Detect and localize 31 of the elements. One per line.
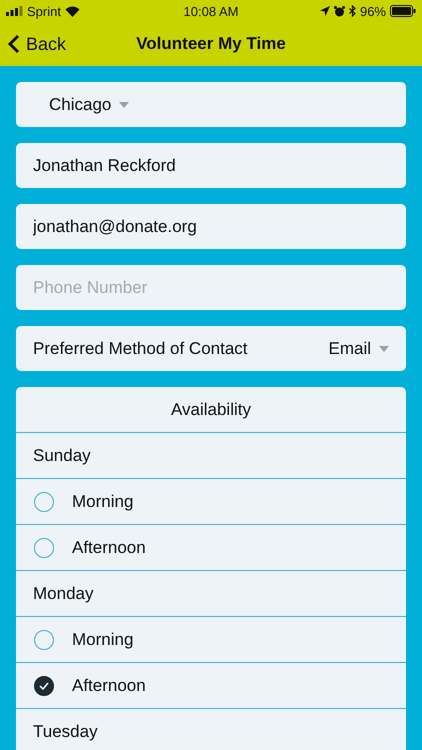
wifi-icon: [64, 6, 80, 16]
time-slot-option[interactable]: Afternoon: [16, 524, 406, 570]
day-label: Monday: [33, 584, 94, 604]
input-field[interactable]: Jonathan Reckford: [16, 143, 406, 188]
city-dropdown[interactable]: Chicago: [16, 82, 406, 127]
screen-title: Volunteer My Time: [136, 34, 286, 54]
radio-button[interactable]: [34, 630, 54, 650]
caret-icon: [119, 102, 130, 108]
battery-percent: 96%: [360, 4, 386, 18]
time-slot-option[interactable]: Morning: [16, 616, 406, 662]
back-button[interactable]: Back: [0, 34, 74, 54]
section-title: Availability: [170, 400, 251, 420]
location-icon: [320, 6, 330, 16]
carrier-name: Sprint: [27, 4, 61, 18]
battery-icon: [390, 5, 416, 17]
alarm-icon: [334, 6, 345, 16]
chevron-left-icon: [8, 34, 20, 54]
radio-button[interactable]: [34, 676, 54, 696]
signal-icon: [6, 6, 23, 16]
checkmark-icon: [39, 682, 49, 690]
input-field[interactable]: Phone Number: [16, 265, 406, 310]
contact-method-picker[interactable]: Preferred Method of Contact Email: [16, 326, 406, 371]
day-label: Tuesday: [33, 722, 98, 742]
time-slot-option[interactable]: Morning: [16, 478, 406, 524]
clock-time: 10:08 AM: [184, 4, 238, 18]
radio-button[interactable]: [34, 538, 54, 558]
caret-icon: [379, 346, 389, 352]
radio-button[interactable]: [34, 492, 54, 512]
bluetooth-icon: [348, 5, 356, 17]
time-slot-option[interactable]: Afternoon: [16, 662, 406, 708]
day-label: Sunday: [33, 446, 91, 466]
